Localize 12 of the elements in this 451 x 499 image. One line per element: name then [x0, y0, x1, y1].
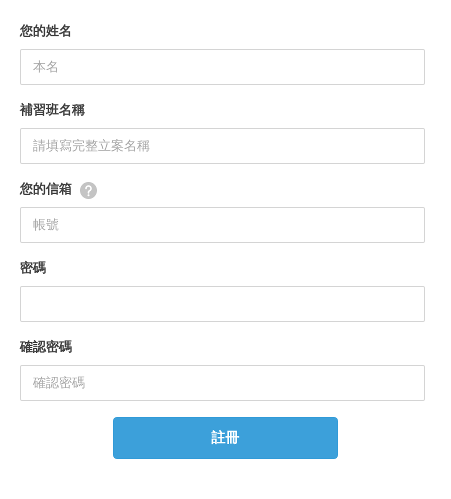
field-label: 您的信箱	[20, 181, 72, 199]
field-label: 密碼	[20, 260, 46, 278]
field-label: 您的姓名	[20, 23, 72, 41]
help-icon[interactable]	[80, 182, 97, 198]
input-field[interactable]: 本名	[20, 49, 425, 85]
input-field[interactable]: 帳號	[20, 207, 425, 243]
field-label: 確認密碼	[20, 339, 72, 357]
register-button[interactable]: 註冊	[113, 417, 338, 459]
input-field[interactable]: 確認密碼	[20, 365, 425, 401]
input-field[interactable]: 請填寫完整立案名稱	[20, 128, 425, 164]
field-label: 補習班名稱	[20, 102, 85, 120]
input-field[interactable]	[20, 286, 425, 322]
